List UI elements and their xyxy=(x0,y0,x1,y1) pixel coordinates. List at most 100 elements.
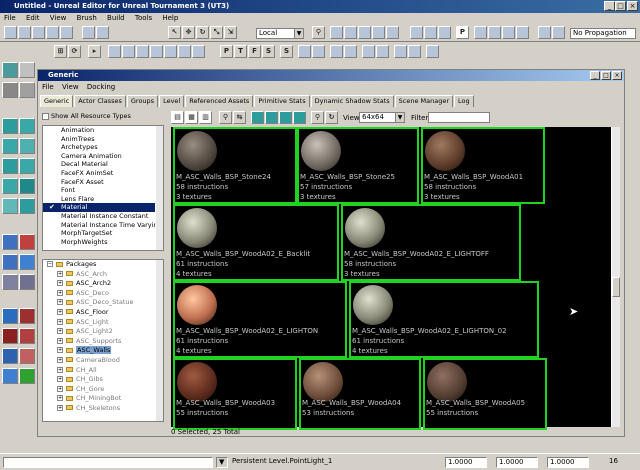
packages-root[interactable]: − Packages xyxy=(43,260,163,270)
resource-type-item[interactable]: Material Instance Time Varying xyxy=(43,221,163,230)
status-x-field[interactable]: 1.0000 xyxy=(445,457,487,468)
package-tree-item[interactable]: + ASC_Light2 xyxy=(43,327,163,337)
tab-dynamic-shadow-stats[interactable]: Dynamic Shadow Stats xyxy=(310,95,394,107)
sphere-brush-icon[interactable] xyxy=(2,198,18,214)
package-tree-item[interactable]: + CH_Gibs xyxy=(43,375,163,385)
cut-icon[interactable] xyxy=(82,26,95,39)
tab-groups[interactable]: Groups xyxy=(126,95,159,107)
cylinder-primitive-icon[interactable] xyxy=(279,111,292,124)
tab-referenced-assets[interactable]: Referenced Assets xyxy=(185,95,254,107)
tab-level[interactable]: Level xyxy=(159,95,185,107)
add-special-icon[interactable] xyxy=(2,308,18,324)
material-thumbnail[interactable]: M_ASC_Walls_BSP_WoodA05 55 instructions xyxy=(423,358,547,430)
tab-actor-classes[interactable]: Actor Classes xyxy=(74,95,126,107)
expand-icon[interactable]: + xyxy=(57,318,63,325)
menu-brush[interactable]: Brush xyxy=(77,14,97,22)
lighting-only-icon[interactable] xyxy=(122,45,135,58)
package-tree-item[interactable]: + CameraBlood xyxy=(43,356,163,366)
resource-type-item[interactable]: Animation xyxy=(43,126,163,135)
material-thumbnail[interactable]: M_ASC_Walls_BSP_WoodA04 53 instructions xyxy=(299,358,421,430)
kismet-icon[interactable] xyxy=(386,26,399,39)
side-button[interactable]: S xyxy=(262,45,275,58)
material-thumbnail[interactable]: M_ASC_Walls_BSP_WoodA01 58 instructions 3 … xyxy=(421,127,545,204)
resource-list-scrollbar[interactable] xyxy=(155,126,163,250)
cube-brush-icon[interactable] xyxy=(2,118,18,134)
material-thumbnail[interactable]: M_ASC_Walls_BSP_Stone25 57 instructions 3 … xyxy=(297,127,419,204)
nonuniform-scale-icon[interactable]: ⇲ xyxy=(224,26,237,39)
generic-close-button[interactable]: × xyxy=(612,71,622,80)
binoculars-icon[interactable]: ⚲ xyxy=(311,111,324,124)
texture-density-icon[interactable] xyxy=(192,45,205,58)
expand-icon[interactable]: + xyxy=(57,328,63,335)
menu-help[interactable]: Help xyxy=(162,14,178,22)
resource-type-item[interactable]: FaceFX AnimSet xyxy=(43,169,163,178)
expand-icon[interactable]: + xyxy=(57,395,63,402)
minimize-button[interactable]: _ xyxy=(604,1,615,11)
resource-type-item[interactable]: Font xyxy=(43,186,163,195)
expand-icon[interactable]: + xyxy=(57,376,63,383)
cone-brush-icon[interactable] xyxy=(19,118,35,134)
resource-type-item[interactable]: FaceFX Asset xyxy=(43,178,163,187)
resource-type-item[interactable]: Lens Flare xyxy=(43,195,163,204)
package-tree-item[interactable]: + ASC_Arch2 xyxy=(43,279,163,289)
scale-icon[interactable]: ⤡ xyxy=(210,26,223,39)
select-inside-icon[interactable] xyxy=(19,328,35,344)
redo-icon[interactable] xyxy=(60,26,73,39)
brush-wireframe-icon[interactable] xyxy=(164,45,177,58)
copy-icon[interactable] xyxy=(96,26,109,39)
expand-icon[interactable]: + xyxy=(57,337,63,344)
expand-icon[interactable]: + xyxy=(57,270,63,277)
builder-icon[interactable] xyxy=(19,198,35,214)
lit-icon[interactable] xyxy=(178,45,191,58)
build-paths-icon[interactable] xyxy=(502,26,515,39)
translate-icon[interactable]: ✥ xyxy=(182,26,195,39)
package-tree-item[interactable]: + ASC_Floor xyxy=(43,308,163,318)
thumbnail-scrollbar[interactable] xyxy=(611,127,620,427)
expand-icon[interactable]: + xyxy=(57,308,63,315)
csg-add-icon[interactable] xyxy=(2,234,18,250)
material-thumbnail[interactable]: M_ASC_Walls_BSP_WoodA02_E_Backlit 61 inst… xyxy=(173,204,339,281)
menu-file[interactable]: File xyxy=(4,14,16,22)
spiral-stair-icon[interactable] xyxy=(19,158,35,174)
show-button[interactable]: S xyxy=(280,45,293,58)
material-thumbnail[interactable]: M_ASC_Walls_BSP_WoodA02_E_LIGHTON 61 inst… xyxy=(173,281,347,358)
package-tree-item[interactable]: + ASC_Light xyxy=(43,318,163,328)
plane-primitive-icon[interactable] xyxy=(293,111,306,124)
post-process-icon[interactable] xyxy=(344,45,357,58)
expand-icon[interactable]: + xyxy=(57,356,63,363)
build-lighting-icon[interactable] xyxy=(488,26,501,39)
lock-viewport-icon[interactable] xyxy=(298,45,311,58)
show-all-checkbox[interactable] xyxy=(42,112,49,120)
expand-icon[interactable]: + xyxy=(57,347,63,354)
generic-menu-docking[interactable]: Docking xyxy=(87,83,115,91)
stream-icon[interactable] xyxy=(362,45,375,58)
scrollbar-thumb[interactable] xyxy=(612,277,620,297)
search-icon[interactable]: ⚲ xyxy=(219,111,232,124)
undo-icon[interactable] xyxy=(46,26,59,39)
generic-minimize-button[interactable]: _ xyxy=(590,71,600,80)
package-tree-item[interactable]: + ASC_Arch xyxy=(43,270,163,280)
hide-selected-icon[interactable] xyxy=(2,328,18,344)
package-tree-item[interactable]: + CH_All xyxy=(43,366,163,376)
filter-input[interactable] xyxy=(428,112,490,123)
status-y-field[interactable]: 1.0000 xyxy=(496,457,538,468)
pan-icon[interactable] xyxy=(408,45,421,58)
csg-intersect-icon[interactable] xyxy=(2,254,18,270)
resource-type-item[interactable]: Decal Material xyxy=(43,160,163,169)
play-console-icon[interactable] xyxy=(552,26,565,39)
expand-icon[interactable]: + xyxy=(57,299,63,306)
close-button[interactable]: × xyxy=(627,1,638,11)
scene-icon[interactable] xyxy=(372,26,385,39)
matinee-icon[interactable] xyxy=(410,26,423,39)
thumbnail-view-icon[interactable]: ▦ xyxy=(185,111,198,124)
zoom-icon[interactable] xyxy=(394,45,407,58)
menu-tools[interactable]: Tools xyxy=(135,14,152,22)
sphere-primitive-icon[interactable] xyxy=(251,111,264,124)
open-icon[interactable] xyxy=(18,26,31,39)
menu-edit[interactable]: Edit xyxy=(26,14,40,22)
camera-speed-icon[interactable]: ▸ xyxy=(88,45,101,58)
package-tree-item[interactable]: + CH_MiningBot xyxy=(43,394,163,404)
select-arrow-icon[interactable]: ↖ xyxy=(168,26,181,39)
generic-maximize-button[interactable]: □ xyxy=(601,71,611,80)
tab-scene-manager[interactable]: Scene Manager xyxy=(394,95,454,107)
